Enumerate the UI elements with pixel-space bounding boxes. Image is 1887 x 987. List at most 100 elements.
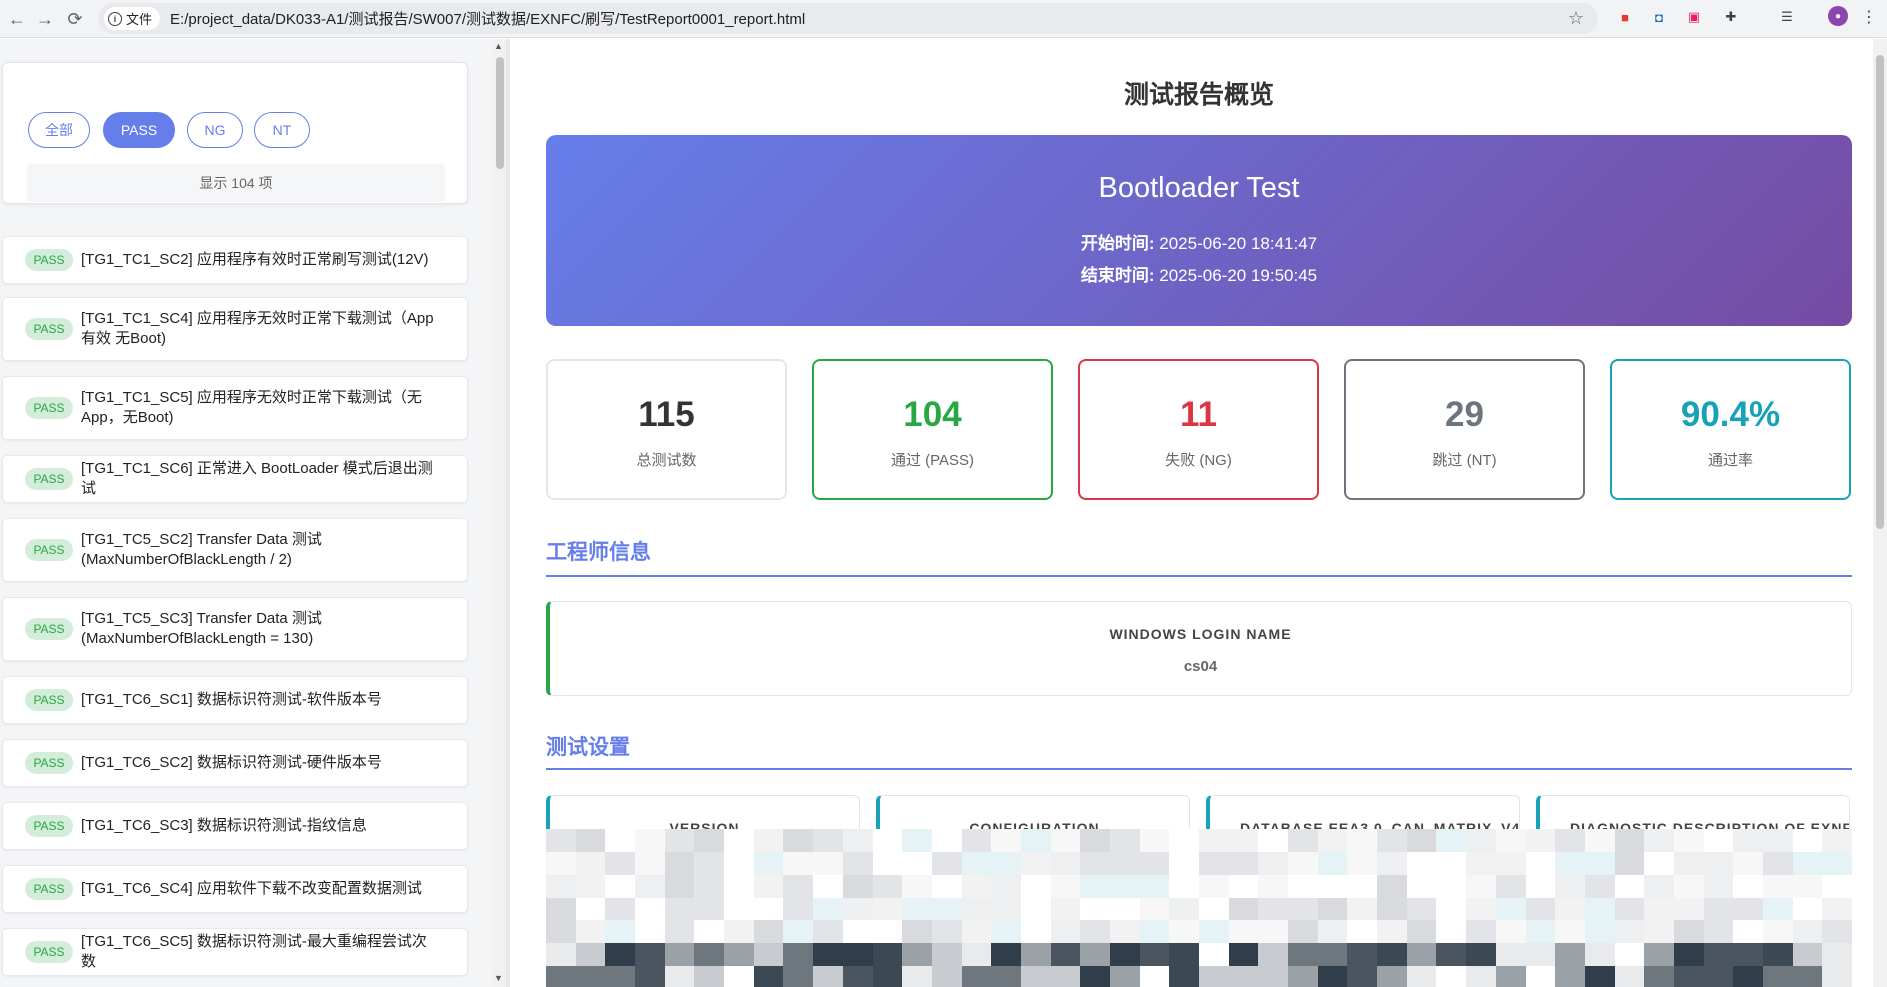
scroll-up-icon[interactable]: ▲ xyxy=(494,41,503,51)
redaction-pixel xyxy=(605,851,636,876)
page-title: 测试报告概览 xyxy=(1123,81,1274,109)
redaction-pixel xyxy=(1436,920,1467,944)
extension-shield-icon[interactable]: ◘ xyxy=(1648,6,1670,28)
redaction-pixel xyxy=(1288,829,1319,853)
redaction-pixel xyxy=(1228,874,1259,899)
redaction-pixel xyxy=(872,897,903,921)
redaction-pixel xyxy=(1406,966,1437,987)
redaction-pixel xyxy=(1406,851,1437,876)
test-item[interactable]: PASS [TG1_TC1_SC4] 应用程序无效时正常下载测试（App有效 无… xyxy=(2,297,468,361)
redaction-pixel xyxy=(842,897,873,921)
redaction-pixel xyxy=(1525,874,1556,899)
redaction-pixel xyxy=(1109,829,1141,853)
panel-divider[interactable] xyxy=(506,39,510,987)
filter-nt-button[interactable]: NT xyxy=(254,112,310,148)
main-scrollbar[interactable] xyxy=(1873,39,1887,987)
redaction-pixel xyxy=(546,851,577,876)
redaction-pixel xyxy=(961,897,992,921)
redaction-pixel xyxy=(783,943,814,967)
stat-value: 115 xyxy=(638,395,695,434)
redaction-pixel xyxy=(1584,851,1616,876)
redaction-pixel xyxy=(1377,874,1408,899)
redaction-pixel xyxy=(694,851,725,876)
sidebar-scrollbar[interactable]: ▲ ▼ xyxy=(492,39,506,987)
redaction-pixel xyxy=(902,829,933,853)
test-item-label: [TG1_TC6_SC3] 数据标识符测试-指纹信息 xyxy=(81,817,367,834)
filter-ng-button[interactable]: NG xyxy=(187,112,243,148)
address-bar[interactable]: i 文件 E:/project_data/DK033-A1/测试报告/SW007… xyxy=(98,3,1598,34)
test-item[interactable]: PASS [TG1_TC1_SC2] 应用程序有效时正常刷写测试(12V) xyxy=(2,236,468,284)
redaction-pixel xyxy=(1525,851,1556,876)
status-badge: PASS xyxy=(25,878,73,900)
status-badge: PASS xyxy=(25,941,73,963)
test-item[interactable]: PASS [TG1_TC6_SC1] 数据标识符测试-软件版本号 xyxy=(2,676,468,724)
reload-icon[interactable]: ⟳ xyxy=(60,4,90,34)
menu-kebab-icon[interactable]: ⋮ xyxy=(1858,6,1880,28)
redaction-pixel xyxy=(1822,829,1853,853)
test-item[interactable]: PASS [TG1_TC6_SC3] 数据标识符测试-指纹信息 xyxy=(2,802,468,850)
redaction-pixel xyxy=(1703,874,1734,899)
stat-label: 失败 (NG) xyxy=(1165,452,1232,469)
site-info-chip[interactable]: i 文件 xyxy=(104,7,161,30)
status-badge: PASS xyxy=(25,397,73,419)
redaction-pixel xyxy=(724,897,755,921)
redaction-pixel xyxy=(664,851,695,876)
redaction-pixel xyxy=(1733,851,1764,876)
redaction-pixel xyxy=(902,851,933,876)
extension-red-icon[interactable]: ■ xyxy=(1614,6,1636,28)
redaction-pixel xyxy=(1199,851,1230,876)
redaction-pixel xyxy=(1762,920,1794,944)
test-item-label: [TG1_TC1_SC6] 正常进入 BootLoader 模式后退出测试 xyxy=(81,460,433,497)
extensions-puzzle-icon[interactable]: ✚ xyxy=(1720,6,1742,28)
redaction-pixel xyxy=(1020,943,1052,967)
redaction-pixel xyxy=(575,920,606,944)
redaction-pixel xyxy=(1139,829,1170,853)
redaction-pixel xyxy=(1673,829,1705,853)
redaction-pixel xyxy=(902,943,933,967)
test-item[interactable]: PASS [TG1_TC1_SC5] 应用程序无效时正常下载测试（无App，无B… xyxy=(2,376,468,440)
test-item[interactable]: PASS [TG1_TC1_SC6] 正常进入 BootLoader 模式后退出… xyxy=(2,455,468,503)
redaction-pixel xyxy=(1614,851,1645,876)
redaction-pixel xyxy=(1050,966,1081,987)
redaction-pixel xyxy=(1614,920,1645,944)
status-badge: PASS xyxy=(25,815,73,837)
end-time-label: 结束时间: xyxy=(1080,266,1155,285)
redaction-pixel xyxy=(1733,920,1764,944)
redaction-pixel xyxy=(1762,943,1794,967)
test-item-label: [TG1_TC1_SC2] 应用程序有效时正常刷写测试(12V) xyxy=(81,251,429,268)
redaction-pixel xyxy=(1436,829,1467,853)
bookmark-star-icon[interactable]: ☆ xyxy=(1568,8,1584,29)
redaction-pixel xyxy=(1614,966,1645,987)
redaction-pixel xyxy=(1347,966,1378,987)
scroll-down-icon[interactable]: ▼ xyxy=(494,973,503,983)
back-icon[interactable]: ← xyxy=(2,4,32,34)
url-text[interactable]: E:/project_data/DK033-A1/测试报告/SW007/测试数据… xyxy=(170,8,805,29)
redaction-pixel xyxy=(1584,966,1616,987)
filter-all-button[interactable]: 全部 xyxy=(28,112,90,148)
extension-pink-icon[interactable]: ▣ xyxy=(1683,6,1705,28)
forward-icon[interactable]: → xyxy=(30,4,60,34)
test-item[interactable]: PASS [TG1_TC6_SC4] 应用软件下载不改变配置数据测试 xyxy=(2,865,468,913)
redaction-pixel xyxy=(872,943,903,967)
redaction-pixel xyxy=(1288,874,1319,899)
redaction-pixel xyxy=(902,897,933,921)
redaction-pixel xyxy=(872,920,903,944)
redaction-pixel xyxy=(813,897,844,921)
test-item[interactable]: PASS [TG1_TC5_SC3] Transfer Data 测试 (Max… xyxy=(2,597,468,661)
redaction-pixel xyxy=(1377,897,1408,921)
test-item[interactable]: PASS [TG1_TC5_SC2] Transfer Data 测试 (Max… xyxy=(2,518,468,582)
filter-pass-button[interactable]: PASS xyxy=(103,112,175,148)
test-item[interactable]: PASS [TG1_TC6_SC5] 数据标识符测试-最大重编程尝试次数 xyxy=(2,928,468,976)
sidebar-scroll-thumb[interactable] xyxy=(496,57,504,169)
redaction-pixel xyxy=(1673,966,1705,987)
profile-avatar[interactable]: ● xyxy=(1828,6,1848,26)
redaction-pixel xyxy=(1525,920,1556,944)
test-item[interactable]: PASS [TG1_TC6_SC2] 数据标识符测试-硬件版本号 xyxy=(2,739,468,787)
redaction-pixel xyxy=(1169,851,1200,876)
redaction-pixel xyxy=(1199,874,1230,899)
settings-section-title: 测试设置 xyxy=(546,736,630,759)
redaction-pixel xyxy=(1347,943,1378,967)
redaction-pixel xyxy=(1822,920,1853,944)
main-scroll-thumb[interactable] xyxy=(1876,55,1884,529)
reading-list-icon[interactable]: ☰ xyxy=(1776,6,1798,28)
